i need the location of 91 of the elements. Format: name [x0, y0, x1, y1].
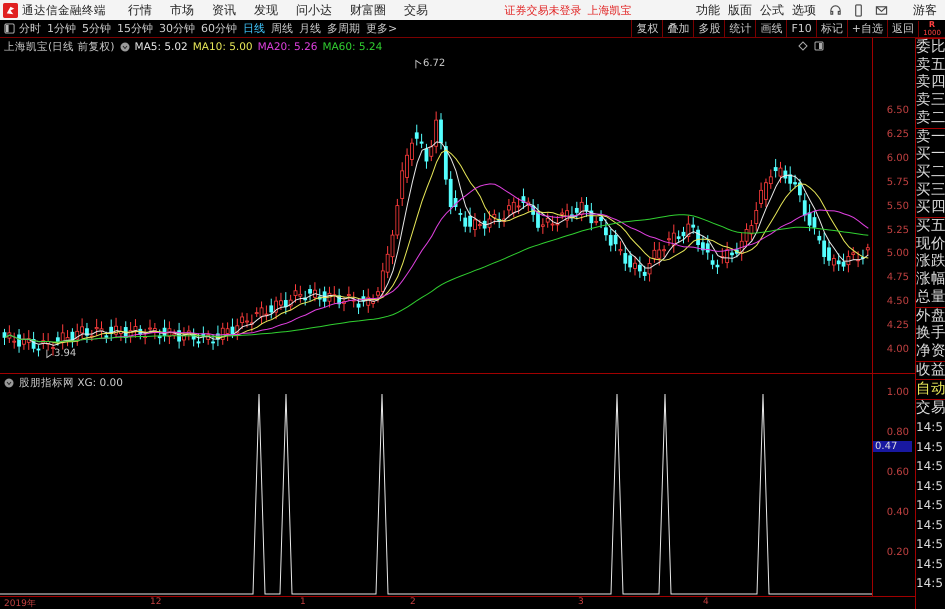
menu-item[interactable]: 行情 — [128, 2, 152, 18]
quote-field-label: 买二 — [916, 164, 945, 182]
quote-field-label: 买三 — [916, 182, 945, 200]
quote-field-label: 委比 — [916, 38, 945, 57]
moving-average-value: MA60: 5.24 — [322, 41, 382, 53]
period-tab[interactable]: 月线 — [299, 21, 321, 36]
trade-time: 14:5 — [916, 556, 944, 573]
price-axis-label: 4.75 — [886, 272, 909, 284]
period-tab[interactable]: 分时 — [19, 21, 41, 36]
price-axis-label: 6.50 — [886, 105, 909, 116]
dropdown-icon[interactable] — [120, 42, 130, 52]
date-axis-label: 2019年 — [4, 598, 36, 609]
quote-field-label: 卖三 — [916, 92, 945, 110]
moving-average-value: MA20: 5.26 — [258, 41, 318, 53]
dropdown-icon[interactable] — [4, 378, 14, 388]
period-tab[interactable]: 更多> — [366, 21, 398, 36]
quote-field-label: 卖一 — [916, 128, 945, 146]
menu-item[interactable]: 公式 — [760, 2, 784, 18]
mode-label[interactable]: 自动 — [916, 379, 945, 400]
trade-time: 14:5 — [916, 516, 944, 534]
mail-icon[interactable] — [875, 4, 888, 16]
diamond-icon[interactable] — [798, 41, 808, 51]
menu-item[interactable]: 市场 — [170, 2, 194, 18]
date-axis-label: 4 — [703, 597, 709, 607]
date-axis-label: 12 — [150, 597, 162, 607]
menu-item[interactable]: 资讯 — [212, 2, 236, 18]
high-marker-icon — [415, 58, 422, 68]
headset-icon[interactable] — [829, 4, 842, 16]
login-notice[interactable]: 上海凯宝 — [588, 2, 632, 18]
price-axis-label: 5.50 — [886, 200, 909, 212]
price-axis-label: 5.00 — [886, 248, 909, 260]
quote-field-label: 买四 — [916, 199, 945, 218]
price-axis-label: 5.25 — [886, 224, 909, 236]
trade-time: 14:5 — [916, 478, 944, 495]
high-price-label: 6.72 — [423, 58, 446, 69]
price-axis-label: 4.25 — [886, 320, 909, 332]
price-axis-label: 4.50 — [886, 296, 909, 308]
quote-field-label: 卖二 — [916, 110, 945, 128]
phone-icon[interactable] — [852, 4, 865, 16]
trade-time: 14:5 — [916, 458, 944, 476]
menu-item[interactable]: 功能 — [696, 2, 720, 18]
quote-field-label: 买一 — [916, 146, 945, 164]
period-tab[interactable]: 日线 — [243, 21, 265, 36]
menu-item[interactable]: 财富圈 — [350, 2, 386, 18]
period-tab[interactable]: 周线 — [271, 21, 293, 36]
indicator-axis-label: 0.20 — [886, 547, 909, 558]
app-title: 通达信金融终端 — [22, 2, 106, 18]
quote-field-label: 卖四 — [916, 74, 945, 92]
trade-time: 14:5 — [916, 438, 944, 456]
trade-time: 14:5 — [916, 419, 944, 436]
cursor-value-label: 0.47 — [873, 441, 912, 452]
corner-label: R — [928, 20, 936, 28]
low-marker-icon — [46, 348, 53, 358]
user-label[interactable]: 游客 — [913, 2, 937, 18]
period-tab[interactable]: 15分钟 — [117, 21, 153, 36]
price-axis-label: 5.75 — [886, 176, 909, 188]
quote-field-label: 涨幅 — [916, 271, 945, 289]
menu-item[interactable]: 选项 — [792, 2, 816, 18]
indicator-axis-label: 0.60 — [886, 467, 909, 478]
indicator-axis-label: 1.00 — [886, 387, 909, 398]
login-notice[interactable]: 证券交易未登录 — [504, 2, 582, 18]
indicator-title: 股朋指标网 XG: 0.00 — [19, 376, 123, 390]
trade-time: 14:5 — [916, 536, 944, 554]
period-tab[interactable]: 多周期 — [327, 21, 360, 36]
chart-title: 上海凯宝(日线 前复权) — [4, 40, 115, 54]
panel-toggle-icon[interactable] — [4, 23, 15, 34]
period-tab[interactable]: 1分钟 — [47, 21, 76, 36]
quote-field-label: 净资 — [916, 342, 945, 361]
low-price-label: 3.94 — [54, 348, 76, 359]
menu-item[interactable]: 问小达 — [296, 2, 332, 18]
trade-time: 14:5 — [916, 575, 944, 592]
indicator-axis-label: 0.40 — [886, 507, 909, 518]
price-axis-label: 4.00 — [886, 344, 909, 355]
period-tab[interactable]: 30分钟 — [159, 21, 195, 36]
price-axis-label: 6.00 — [886, 152, 909, 164]
moving-average-value: MA10: 5.00 — [192, 41, 253, 53]
indicator-axis-label: 0.80 — [886, 427, 909, 438]
trades-header: 交易 — [916, 399, 945, 418]
menu-item[interactable]: 交易 — [404, 2, 428, 18]
app-logo-icon — [3, 2, 18, 18]
period-tab[interactable]: 60分钟 — [201, 21, 237, 36]
date-axis-label: 1 — [300, 597, 306, 607]
date-axis-label: 2 — [410, 597, 416, 607]
trade-time: 14:5 — [916, 497, 944, 514]
panel-toggle-icon[interactable] — [814, 41, 824, 51]
date-axis-label: 3 — [578, 597, 584, 607]
price-axis-label: 6.25 — [886, 128, 909, 140]
period-tab[interactable]: 5分钟 — [82, 21, 111, 36]
moving-average-value: MA5: 5.02 — [134, 41, 188, 53]
menu-item[interactable]: 版面 — [728, 2, 752, 18]
menu-item[interactable]: 发现 — [254, 2, 278, 18]
